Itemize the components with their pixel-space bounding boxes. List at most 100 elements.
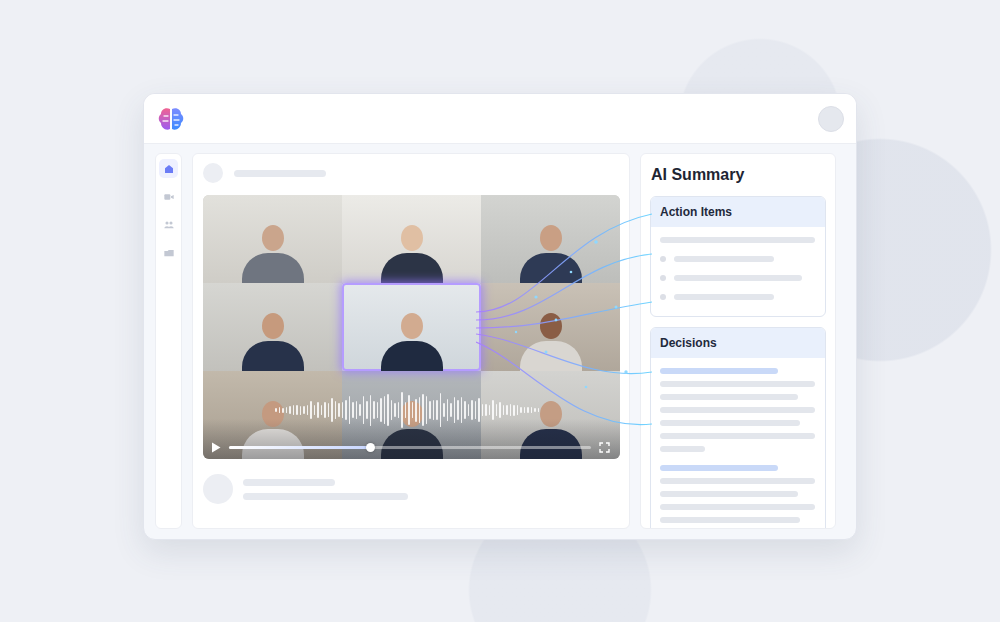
sidebar-item[interactable] xyxy=(159,215,178,234)
section-title[interactable]: Decisions xyxy=(651,328,825,358)
seek-bar[interactable] xyxy=(229,446,591,449)
wave-bar xyxy=(279,407,281,412)
pane-footer xyxy=(203,474,619,504)
wave-bar xyxy=(475,401,477,419)
summary-line xyxy=(674,294,774,300)
wave-bar xyxy=(454,397,456,423)
wave-bar xyxy=(359,404,361,417)
wave-bar xyxy=(300,406,302,415)
video-camera-icon xyxy=(163,191,175,203)
sidebar-item[interactable] xyxy=(159,159,178,178)
summary-line xyxy=(660,478,815,484)
wave-bar xyxy=(422,394,424,426)
wave-bar xyxy=(492,400,494,420)
placeholder-line xyxy=(243,479,335,486)
wave-bar xyxy=(461,397,463,424)
video-controls xyxy=(211,442,610,453)
wave-bar xyxy=(419,397,421,422)
wave-bar xyxy=(471,400,473,419)
wave-bar xyxy=(510,404,512,416)
wave-bar xyxy=(450,403,452,416)
sidebar-item[interactable] xyxy=(159,187,178,206)
participant-tile[interactable] xyxy=(342,195,481,283)
action-item xyxy=(660,294,816,300)
wave-bar xyxy=(293,405,295,415)
wave-bar xyxy=(363,396,365,424)
participant-head xyxy=(401,313,423,339)
summary-line xyxy=(660,420,800,426)
participant-tile[interactable] xyxy=(203,283,342,371)
wave-bar xyxy=(321,405,323,414)
wave-bar xyxy=(391,400,393,420)
section-title[interactable]: Action Items xyxy=(651,197,825,227)
participant-head xyxy=(401,401,423,427)
app-header xyxy=(144,94,856,144)
placeholder-line xyxy=(234,170,326,177)
participant-tile[interactable] xyxy=(481,195,620,283)
wave-bar xyxy=(405,402,407,418)
wave-bar xyxy=(296,405,298,415)
play-icon[interactable] xyxy=(211,442,221,453)
wave-bar xyxy=(394,403,396,417)
wave-bar xyxy=(464,401,466,419)
participant-head xyxy=(540,313,562,339)
wave-bar xyxy=(517,405,519,416)
wave-bar xyxy=(335,401,337,418)
placeholder-dot xyxy=(203,163,223,183)
seek-knob[interactable] xyxy=(366,443,375,452)
participant-body xyxy=(520,341,582,371)
wave-bar xyxy=(286,407,288,413)
wave-bar xyxy=(349,396,351,425)
wave-bar xyxy=(478,398,480,423)
wave-bar xyxy=(468,404,470,416)
wave-bar xyxy=(482,404,484,417)
action-item xyxy=(660,275,816,281)
wave-bar xyxy=(310,401,312,418)
action-item xyxy=(660,256,816,262)
participant-body xyxy=(520,253,582,283)
brain-logo-icon[interactable] xyxy=(157,106,185,132)
wave-bar xyxy=(499,402,501,418)
participant-head xyxy=(540,225,562,251)
wave-bar xyxy=(342,402,344,418)
wave-bar xyxy=(324,402,326,418)
participant-tile[interactable] xyxy=(481,283,620,371)
wave-bar xyxy=(538,408,540,412)
participant-tile[interactable] xyxy=(342,283,481,371)
wave-bar xyxy=(307,405,309,415)
wave-bar xyxy=(496,404,498,416)
wave-bar xyxy=(524,407,526,413)
wave-bar xyxy=(433,400,435,420)
wave-bar xyxy=(282,408,284,413)
user-avatar[interactable] xyxy=(818,106,844,132)
wave-bar xyxy=(398,402,400,418)
wave-bar xyxy=(356,401,358,420)
wave-bar xyxy=(373,401,375,419)
participant-tile[interactable] xyxy=(203,195,342,283)
wave-bar xyxy=(275,408,277,412)
wave-bar xyxy=(489,405,491,415)
sidebar-item[interactable] xyxy=(159,243,178,262)
summary-line xyxy=(660,368,778,374)
wave-bar xyxy=(520,407,522,414)
wave-bar xyxy=(415,399,417,422)
participant-head xyxy=(540,401,562,427)
wave-bar xyxy=(531,407,533,414)
sidebar xyxy=(155,153,182,529)
wave-bar xyxy=(314,405,316,415)
video-player[interactable] xyxy=(203,195,620,459)
app-body: AI Summary Action ItemsDecisions xyxy=(144,144,856,539)
participant-head xyxy=(262,225,284,251)
wave-bar xyxy=(370,395,372,426)
wave-bar xyxy=(380,398,382,422)
summary-line xyxy=(660,433,815,439)
summary-line xyxy=(660,381,815,387)
summary-sections: Action Items Decisions xyxy=(650,196,826,529)
participant-body xyxy=(381,429,443,459)
folder-icon xyxy=(163,247,175,259)
fullscreen-icon[interactable] xyxy=(599,442,610,453)
wave-bar xyxy=(412,402,414,417)
participant-head xyxy=(401,225,423,251)
wave-bar xyxy=(345,400,347,419)
participant-body xyxy=(242,341,304,371)
